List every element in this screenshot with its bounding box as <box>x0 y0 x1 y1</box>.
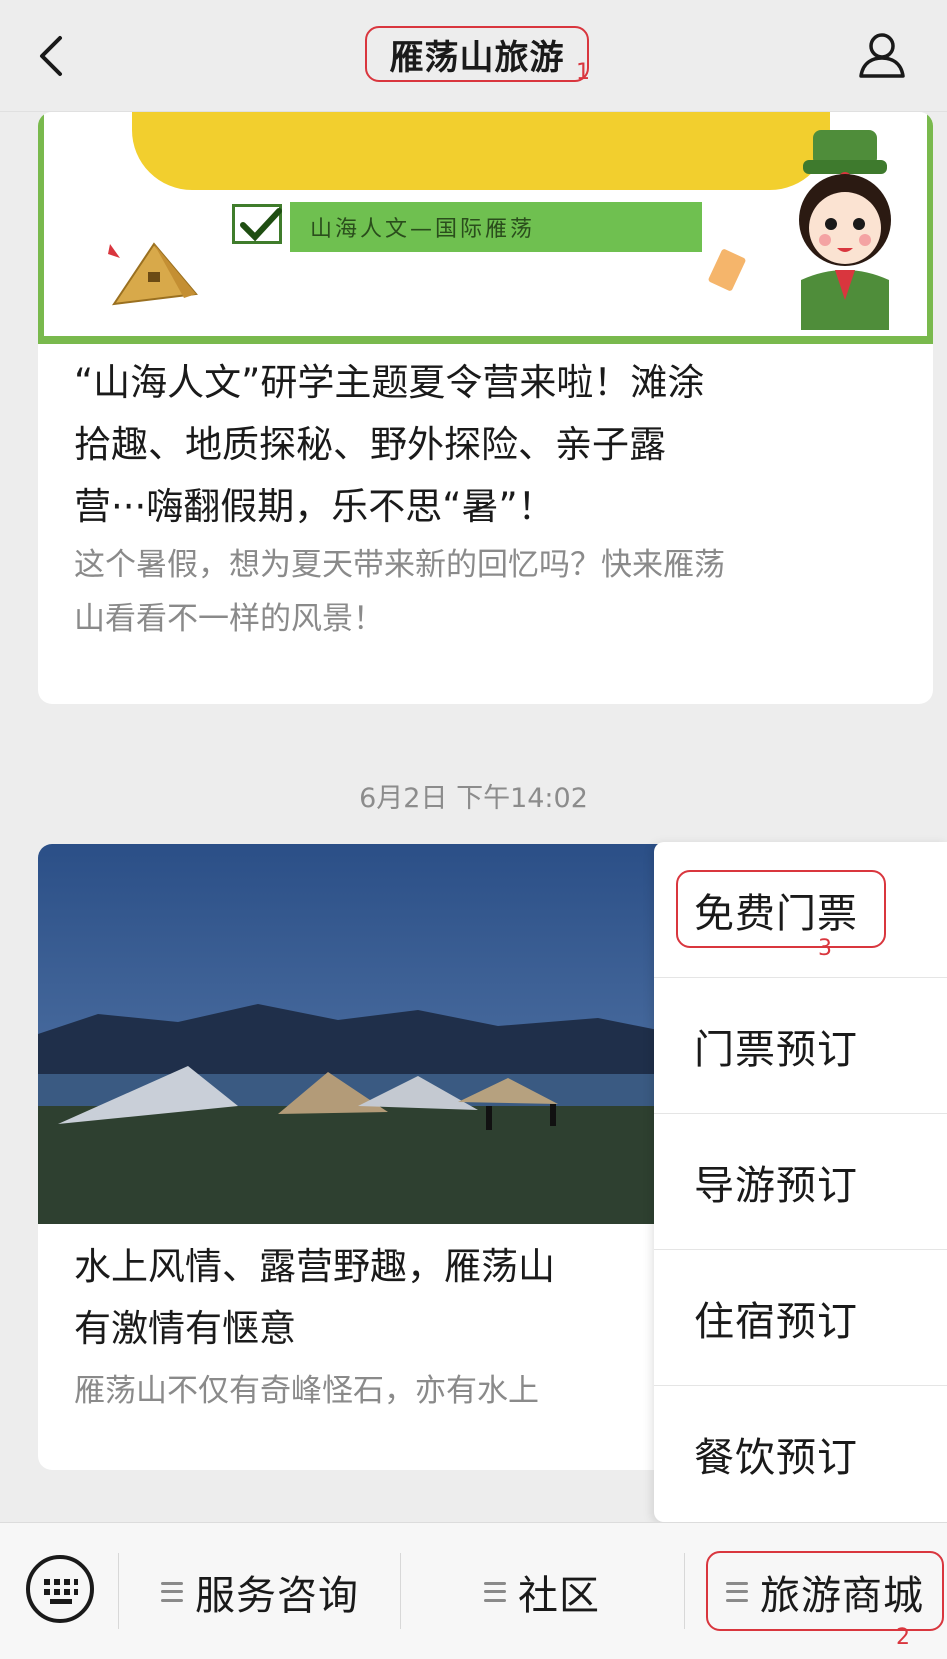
article-description: 这个暑假，想为夏天带来新的回忆吗？快来雁荡 山看看不一样的风景！ <box>74 538 725 646</box>
menu-item-hotel-booking[interactable]: 住宿预订 <box>654 1250 947 1386</box>
mall-submenu-popup: 免费门票 3 门票预订 导游预订 住宿预订 餐饮预订 <box>654 842 947 1522</box>
article-desc-line: 雁荡山不仅有奇峰怪石，亦有水上 <box>74 1373 539 1409</box>
article-description: 雁荡山不仅有奇峰怪石，亦有水上 <box>74 1364 539 1418</box>
ticket-illustration-icon <box>708 249 746 291</box>
divider <box>684 1553 685 1629</box>
menu-community[interactable]: 社区 <box>402 1523 682 1659</box>
article-title-line: 营···嗨翻假期，乐不思“暑”！ <box>74 485 555 528</box>
cartoon-girl-illustration-icon <box>799 130 891 330</box>
article-title-line: 水上风情、露营野趣，雁荡山 <box>74 1245 555 1288</box>
banner-yellow-title-shape <box>132 112 830 190</box>
menu-item-ticket-booking[interactable]: 门票预订 <box>654 978 947 1114</box>
menu-item-label: 餐饮预订 <box>694 1435 858 1481</box>
menu-item-label: 免费门票 <box>694 891 858 937</box>
article-desc-line: 这个暑假，想为夏天带来新的回忆吗？快来雁荡 <box>74 547 725 583</box>
article-title-line: 拾趣、地质探秘、野外探险、亲子露 <box>74 423 666 466</box>
article-title-line: “山海人文”研学主题夏令营来啦！滩涂 <box>74 361 705 404</box>
banner-subtitle-strip: 山海人文—国际雁荡 <box>290 202 702 252</box>
article-title[interactable]: 水上风情、露营野趣，雁荡山 有激情有惬意 <box>74 1236 555 1360</box>
back-button[interactable] <box>30 28 80 84</box>
message-timestamp: 6月2日 下午14:02 <box>359 783 588 814</box>
article-banner-image: 山海人文—国际雁荡 <box>38 112 933 344</box>
top-nav-bar: 雁荡山旅游 1 <box>0 0 947 112</box>
chevron-left-icon <box>40 36 62 76</box>
title-highlight-box: 雁荡山旅游 <box>365 26 589 82</box>
tent-illustration-icon <box>108 242 198 306</box>
menu-item-label: 导游预订 <box>694 1163 858 1209</box>
annotation-marker-2: 2 <box>896 1625 910 1650</box>
menu-label: 旅游商城 <box>760 1572 924 1619</box>
menu-item-free-ticket[interactable]: 免费门票 3 <box>654 842 947 978</box>
menu-label: 社区 <box>518 1572 600 1619</box>
menu-service-consult[interactable]: 服务咨询 <box>120 1523 400 1659</box>
person-icon <box>859 33 905 78</box>
bottom-menu-bar: 服务咨询 社区 旅游商城 2 <box>0 1522 947 1659</box>
menu-lines-icon <box>726 1581 748 1602</box>
article-title-line: 有激情有惬意 <box>74 1307 296 1350</box>
annotation-marker-1: 1 <box>576 60 590 85</box>
page-title: 雁荡山旅游 <box>389 37 565 78</box>
profile-button[interactable] <box>855 28 909 82</box>
menu-label: 服务咨询 <box>195 1572 359 1619</box>
checkbox-illustration-icon <box>232 204 282 244</box>
menu-item-dining-booking[interactable]: 餐饮预订 <box>654 1386 947 1522</box>
article-card-summer-camp[interactable]: 山海人文—国际雁荡 “山海人文”研学主题夏令营来啦！滩涂 拾趣、地质探秘、野外探… <box>38 112 933 704</box>
article-title[interactable]: “山海人文”研学主题夏令营来啦！滩涂 拾趣、地质探秘、野外探险、亲子露 营···… <box>74 352 704 538</box>
divider <box>400 1553 401 1629</box>
keyboard-icon <box>26 1555 94 1623</box>
annotation-marker-3: 3 <box>818 936 832 961</box>
divider <box>118 1553 119 1629</box>
keyboard-toggle-button[interactable] <box>24 1553 96 1625</box>
menu-item-label: 住宿预订 <box>694 1299 858 1345</box>
menu-lines-icon <box>484 1581 506 1602</box>
menu-item-guide-booking[interactable]: 导游预订 <box>654 1114 947 1250</box>
article-desc-line: 山看看不一样的风景！ <box>74 601 384 637</box>
menu-item-label: 门票预订 <box>694 1027 858 1073</box>
menu-lines-icon <box>161 1581 183 1602</box>
